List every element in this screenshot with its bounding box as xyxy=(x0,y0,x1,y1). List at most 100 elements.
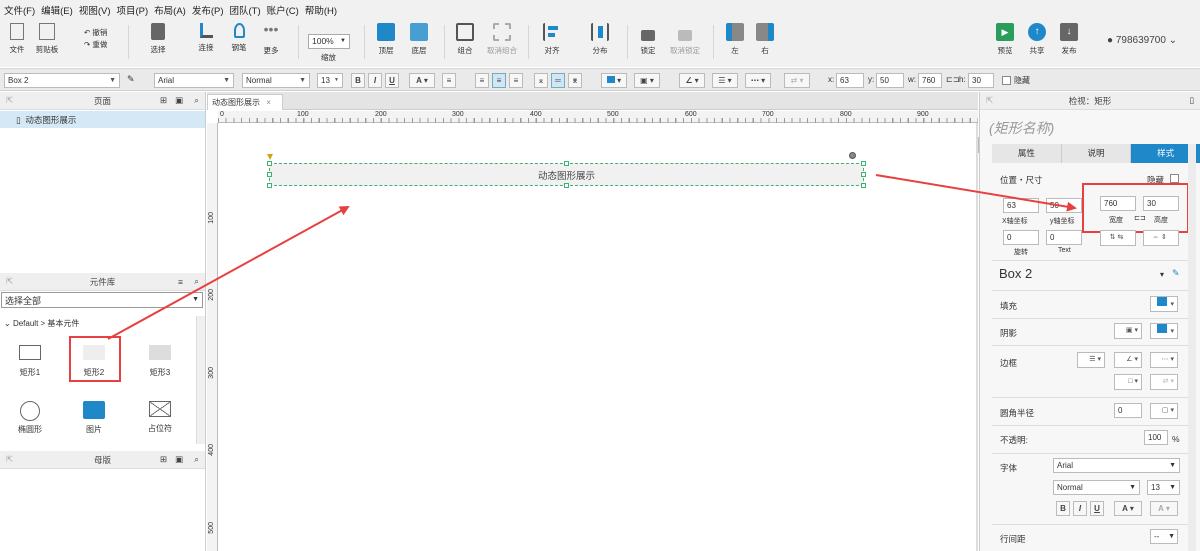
lock-aspect-icon[interactable]: ⊏⊐ xyxy=(946,75,959,84)
align-left-button[interactable]: ≡ xyxy=(475,73,489,88)
hidden-checkbox[interactable] xyxy=(1002,76,1011,85)
shadow-button[interactable]: ▣ ▾ xyxy=(634,73,660,88)
y-input[interactable]: 50 xyxy=(876,73,904,88)
search-icon[interactable]: ⌕ xyxy=(194,95,199,106)
weight-select[interactable]: Normal ▼ xyxy=(242,73,310,88)
add-folder-icon[interactable]: ▣ xyxy=(175,95,183,106)
line-style-button[interactable]: ⋯ ▾ xyxy=(745,73,771,88)
weight-select[interactable]: Normal ▼ xyxy=(1053,480,1140,495)
underline-button[interactable]: U xyxy=(385,73,399,88)
font-select[interactable]: Arial ▼ xyxy=(154,73,234,88)
page-item[interactable]: ▯ 动态图形展示 xyxy=(0,111,205,128)
border-weight-button[interactable]: ☰ ▾ xyxy=(1077,352,1105,368)
lock-button[interactable]: 锁定 xyxy=(631,23,665,56)
radius-input[interactable]: 0 xyxy=(1114,403,1142,418)
style-name[interactable]: Box 2 xyxy=(999,266,1032,281)
preview-button[interactable]: ▶ 预览 xyxy=(988,23,1022,56)
distribute-button[interactable]: 分布 xyxy=(583,23,617,56)
fit-buttons[interactable]: ⇔ ⇕ xyxy=(1143,230,1179,246)
collapse-icon[interactable]: ⇱ xyxy=(6,454,13,465)
pen-button[interactable]: 钢笔 xyxy=(222,23,256,53)
resize-handle[interactable] xyxy=(267,172,272,177)
share-button[interactable]: ↑ 共享 xyxy=(1020,23,1054,56)
redo-button[interactable]: ↷ 重做 xyxy=(84,39,107,50)
add-page-icon[interactable]: ⊞ xyxy=(160,95,167,106)
widget-ellipse[interactable]: 椭圆形 xyxy=(10,401,50,435)
clipboard-button[interactable]: 剪贴板 xyxy=(30,23,64,55)
menu-item-2[interactable]: 视图(V) xyxy=(79,3,111,17)
valign-top-button[interactable]: ⌅ xyxy=(534,73,548,88)
line-weight-button[interactable]: ☰ ▾ xyxy=(712,73,738,88)
fill-color-button[interactable]: ▾ xyxy=(601,73,627,88)
italic-button[interactable]: I xyxy=(368,73,382,88)
resize-handle[interactable] xyxy=(861,161,866,166)
line-color-button[interactable]: ∠ ▾ xyxy=(679,73,705,88)
connect-button[interactable]: 连接 xyxy=(189,23,223,53)
resize-handle[interactable] xyxy=(564,161,569,166)
publish-button[interactable]: ↓ 发布 xyxy=(1052,23,1086,56)
inner-shadow-button[interactable]: ▾ xyxy=(1150,323,1178,339)
tab-dynamic[interactable]: 动态图形展示 × xyxy=(207,94,283,110)
menu-item-3[interactable]: 项目(P) xyxy=(116,3,148,17)
menu-item-4[interactable]: 布局(A) xyxy=(154,3,186,17)
text-shadow-button[interactable]: A ▾ xyxy=(1150,501,1178,516)
menu-item-0[interactable]: 文件(F) xyxy=(4,3,35,17)
unlock-button[interactable]: 取消锁定 xyxy=(665,23,705,56)
border-color-button[interactable]: ∠ ▾ xyxy=(1114,352,1142,368)
bring-top-button[interactable]: 顶层 xyxy=(369,23,403,56)
user-account[interactable]: ● 798639700 ⌄ xyxy=(1107,35,1177,46)
align-button[interactable]: 对齐 xyxy=(535,23,569,56)
more-button[interactable]: ••• 更多 xyxy=(254,22,288,56)
inspector-scrollbar[interactable] xyxy=(1188,144,1196,551)
resize-handle[interactable] xyxy=(267,183,272,188)
menu-item-7[interactable]: 账户(C) xyxy=(267,3,299,17)
valign-bottom-button[interactable]: ⌆ xyxy=(568,73,582,88)
x-input[interactable]: 63 xyxy=(1003,198,1039,213)
widget-rect3[interactable]: 矩形3 xyxy=(140,345,180,378)
bullet-list-button[interactable]: ≡ xyxy=(442,73,456,88)
font-color-button[interactable]: A ▾ xyxy=(1114,501,1142,516)
x-input[interactable]: 63 xyxy=(836,73,864,88)
height-input[interactable]: 30 xyxy=(968,73,994,88)
widget-name[interactable]: (矩形名称) xyxy=(989,118,1054,138)
bold-button[interactable]: B xyxy=(351,73,365,88)
width-input[interactable]: 760 xyxy=(918,73,942,88)
collapse-icon[interactable]: ⇱ xyxy=(986,95,993,106)
menu-item-1[interactable]: 编辑(E) xyxy=(41,3,73,17)
align-right-button[interactable]: ≡ xyxy=(509,73,523,88)
font-size-select[interactable]: 13 ▼ xyxy=(317,73,343,88)
library-tree[interactable]: ⌄ Default > 基本元件 xyxy=(4,318,79,329)
menu-item-8[interactable]: 帮助(H) xyxy=(305,3,337,17)
right-pane-button[interactable]: 右 xyxy=(748,23,782,56)
line-spacing-select[interactable]: -- ▼ xyxy=(1150,529,1178,544)
chevron-down-icon[interactable]: ▾ xyxy=(1160,270,1164,279)
radius-type-button[interactable]: ▢ ▾ xyxy=(1150,403,1178,419)
element-select[interactable]: Box 2 ▼ xyxy=(4,73,120,88)
rotate-input[interactable]: 0 xyxy=(1003,230,1039,245)
file-button[interactable]: 文件 xyxy=(0,23,34,55)
corner-radius-handle[interactable] xyxy=(267,154,273,160)
widget-placeholder[interactable]: 占位符 xyxy=(140,401,180,434)
opacity-input[interactable]: 100 xyxy=(1144,430,1168,445)
valign-middle-button[interactable]: ═ xyxy=(551,73,565,88)
resize-handle[interactable] xyxy=(564,183,569,188)
menu-item-6[interactable]: 团队(T) xyxy=(230,3,261,17)
collapse-icon[interactable]: ⇱ xyxy=(6,95,13,106)
resize-handle[interactable] xyxy=(861,172,866,177)
tab-notes[interactable]: 说明 xyxy=(1061,144,1132,163)
menu-item-5[interactable]: 发布(P) xyxy=(192,3,224,17)
align-center-button[interactable]: ≡ xyxy=(492,73,506,88)
bold-button[interactable]: B xyxy=(1056,501,1070,516)
resize-handle[interactable] xyxy=(267,161,272,166)
outer-shadow-button[interactable]: ▣ ▾ xyxy=(1114,323,1142,339)
arrow-style-button[interactable]: ⇄ ▾ xyxy=(1150,374,1178,390)
collapse-icon[interactable]: ⇱ xyxy=(6,276,13,287)
undo-button[interactable]: ↶ 撤销 xyxy=(84,27,107,38)
send-bottom-button[interactable]: 底层 xyxy=(402,23,436,56)
select-button[interactable]: 选择 xyxy=(134,23,182,55)
menu-icon[interactable]: ≡ xyxy=(178,277,183,287)
arrow-style-button[interactable]: ⇄ ▾ xyxy=(784,73,810,88)
font-select[interactable]: Arial ▼ xyxy=(1053,458,1180,473)
page-icon[interactable]: ▯ xyxy=(1189,95,1194,106)
hidden-checkbox[interactable] xyxy=(1170,174,1179,183)
